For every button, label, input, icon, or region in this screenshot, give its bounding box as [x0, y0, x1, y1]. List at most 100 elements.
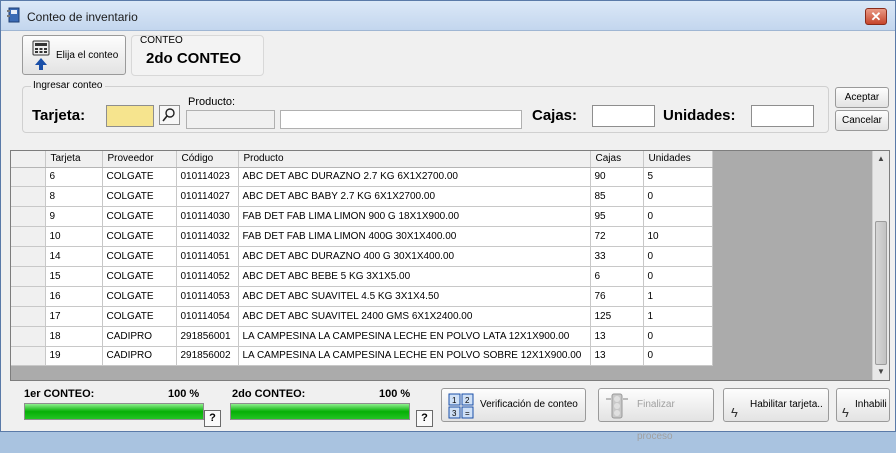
cell-cajas[interactable]: 90	[590, 167, 644, 188]
cell-producto[interactable]: ABC DET ABC SUAVITEL 4.5 KG 3X1X4.50	[238, 286, 591, 307]
finish-process-button[interactable]: Finalizar proceso	[598, 388, 714, 442]
search-button[interactable]	[159, 105, 180, 125]
cell-tarjeta[interactable]: 10	[45, 226, 103, 248]
table-row[interactable]: 17 COLGATE 010114054 ABC DET ABC SUAVITEL 2…	[11, 306, 713, 327]
cell-codigo[interactable]: 010114051	[176, 246, 239, 267]
cell-unidades[interactable]: 1	[643, 306, 713, 327]
cell-codigo[interactable]: 291856001	[176, 326, 239, 347]
second-count-help-icon[interactable]: ?	[416, 410, 433, 427]
cell-tarjeta[interactable]: 15	[45, 266, 103, 287]
cell-proveedor[interactable]: COLGATE	[102, 206, 177, 228]
column-header-tarjeta[interactable]: Tarjeta	[45, 151, 103, 168]
cajas-input[interactable]	[592, 105, 655, 127]
table-row[interactable]: 14 COLGATE 010114051 ABC DET ABC DURAZNO 40…	[11, 246, 713, 267]
table-row[interactable]: 10 COLGATE 010114032 FAB DET FAB LIMA LIMON…	[11, 226, 713, 248]
cell-proveedor[interactable]: COLGATE	[102, 186, 177, 208]
cell-cajas[interactable]: 33	[590, 246, 644, 267]
cell-producto[interactable]: ABC DET ABC DURAZNO 400 G 30X1X400.00	[238, 246, 591, 267]
table-row[interactable]: 15 COLGATE 010114052 ABC DET ABC BEBE 5 KG …	[11, 266, 713, 287]
first-count-help-icon[interactable]: ?	[204, 410, 221, 427]
cell-codigo[interactable]: 010114053	[176, 286, 239, 307]
cell-unidades[interactable]: 0	[643, 346, 713, 367]
row-header[interactable]	[11, 326, 46, 347]
cell-proveedor[interactable]: COLGATE	[102, 167, 177, 188]
cell-tarjeta[interactable]: 14	[45, 246, 103, 267]
accept-button[interactable]: Aceptar	[835, 87, 889, 108]
tarjeta-input[interactable]	[106, 105, 154, 127]
cell-unidades[interactable]: 0	[643, 246, 713, 267]
cancel-button[interactable]: Cancelar	[835, 110, 889, 131]
row-header[interactable]	[11, 167, 46, 188]
row-header[interactable]	[11, 246, 46, 267]
row-header[interactable]	[11, 266, 46, 287]
cell-producto[interactable]: ABC DET ABC BEBE 5 KG 3X1X5.00	[238, 266, 591, 287]
cell-unidades[interactable]: 0	[643, 206, 713, 228]
column-header-codigo[interactable]: Código	[176, 151, 239, 168]
count-grid[interactable]: Tarjeta Proveedor Código Producto Cajas …	[10, 150, 890, 381]
vertical-scrollbar[interactable]: ▲ ▼	[872, 151, 889, 380]
scroll-thumb[interactable]	[875, 221, 887, 365]
cell-unidades[interactable]: 0	[643, 326, 713, 347]
cell-tarjeta[interactable]: 8	[45, 186, 103, 208]
row-header[interactable]	[11, 226, 46, 248]
cell-codigo[interactable]: 010114027	[176, 186, 239, 208]
cell-proveedor[interactable]: COLGATE	[102, 306, 177, 327]
cell-proveedor[interactable]: COLGATE	[102, 286, 177, 307]
cell-producto[interactable]: LA CAMPESINA LA CAMPESINA LECHE EN POLVO…	[238, 326, 591, 347]
cell-proveedor[interactable]: COLGATE	[102, 226, 177, 248]
cell-cajas[interactable]: 13	[590, 346, 644, 367]
cell-unidades[interactable]: 0	[643, 266, 713, 287]
enable-card-button[interactable]: ϟ Habilitar tarjeta..	[723, 388, 829, 422]
table-row[interactable]: 9 COLGATE 010114030 FAB DET FAB LIMA LIMON …	[11, 206, 713, 228]
table-row[interactable]: 16 COLGATE 010114053 ABC DET ABC SUAVITEL 4…	[11, 286, 713, 307]
column-header-proveedor[interactable]: Proveedor	[102, 151, 177, 168]
cell-codigo[interactable]: 010114023	[176, 167, 239, 188]
cell-tarjeta[interactable]: 19	[45, 346, 103, 367]
cell-tarjeta[interactable]: 6	[45, 167, 103, 188]
cell-cajas[interactable]: 76	[590, 286, 644, 307]
column-header-cajas[interactable]: Cajas	[590, 151, 644, 168]
close-button[interactable]: ✕	[865, 8, 887, 25]
cell-cajas[interactable]: 72	[590, 226, 644, 248]
cell-proveedor[interactable]: COLGATE	[102, 246, 177, 267]
scroll-up-icon[interactable]: ▲	[873, 151, 889, 167]
row-header[interactable]	[11, 186, 46, 208]
cell-producto[interactable]: ABC DET ABC DURAZNO 2.7 KG 6X1X2700.00	[238, 167, 591, 188]
cell-unidades[interactable]: 10	[643, 226, 713, 248]
cell-proveedor[interactable]: CADIPRO	[102, 346, 177, 367]
cell-cajas[interactable]: 125	[590, 306, 644, 327]
verify-count-button[interactable]: 12 3 = Verificación de conteo	[441, 388, 586, 422]
cell-unidades[interactable]: 5	[643, 167, 713, 188]
cell-tarjeta[interactable]: 18	[45, 326, 103, 347]
cell-cajas[interactable]: 85	[590, 186, 644, 208]
row-header[interactable]	[11, 306, 46, 327]
cell-tarjeta[interactable]: 16	[45, 286, 103, 307]
table-row[interactable]: 8 COLGATE 010114027 ABC DET ABC BABY 2.7 KG…	[11, 186, 713, 208]
cell-codigo[interactable]: 010114032	[176, 226, 239, 248]
table-row[interactable]: 19 CADIPRO 291856002 LA CAMPESINA LA CAMPES…	[11, 346, 713, 367]
cell-cajas[interactable]: 13	[590, 326, 644, 347]
cell-codigo[interactable]: 291856002	[176, 346, 239, 367]
cell-tarjeta[interactable]: 17	[45, 306, 103, 327]
cell-producto[interactable]: FAB DET FAB LIMA LIMON 900 G 18X1X900.00	[238, 206, 591, 228]
cell-tarjeta[interactable]: 9	[45, 206, 103, 228]
cell-cajas[interactable]: 6	[590, 266, 644, 287]
cell-proveedor[interactable]: CADIPRO	[102, 326, 177, 347]
scroll-down-icon[interactable]: ▼	[873, 364, 889, 380]
cell-producto[interactable]: FAB DET FAB LIMA LIMON 400G 30X1X400.00	[238, 226, 591, 248]
row-header[interactable]	[11, 206, 46, 228]
cell-codigo[interactable]: 010114054	[176, 306, 239, 327]
cell-cajas[interactable]: 95	[590, 206, 644, 228]
cell-producto[interactable]: LA CAMPESINA LA CAMPESINA LECHE EN POLVO…	[238, 346, 591, 367]
cell-producto[interactable]: ABC DET ABC BABY 2.7 KG 6X1X2700.00	[238, 186, 591, 208]
cell-proveedor[interactable]: COLGATE	[102, 266, 177, 287]
cell-codigo[interactable]: 010114030	[176, 206, 239, 228]
cell-unidades[interactable]: 0	[643, 186, 713, 208]
table-row[interactable]: 6 COLGATE 010114023 ABC DET ABC DURAZNO 2.7…	[11, 167, 713, 188]
table-row[interactable]: 18 CADIPRO 291856001 LA CAMPESINA LA CAMPES…	[11, 326, 713, 347]
choose-count-button[interactable]: Elija el conteo	[22, 35, 126, 75]
cell-producto[interactable]: ABC DET ABC SUAVITEL 2400 GMS 6X1X2400.0…	[238, 306, 591, 327]
row-header[interactable]	[11, 346, 46, 367]
column-header-producto[interactable]: Producto	[238, 151, 591, 168]
unidades-input[interactable]	[751, 105, 814, 127]
